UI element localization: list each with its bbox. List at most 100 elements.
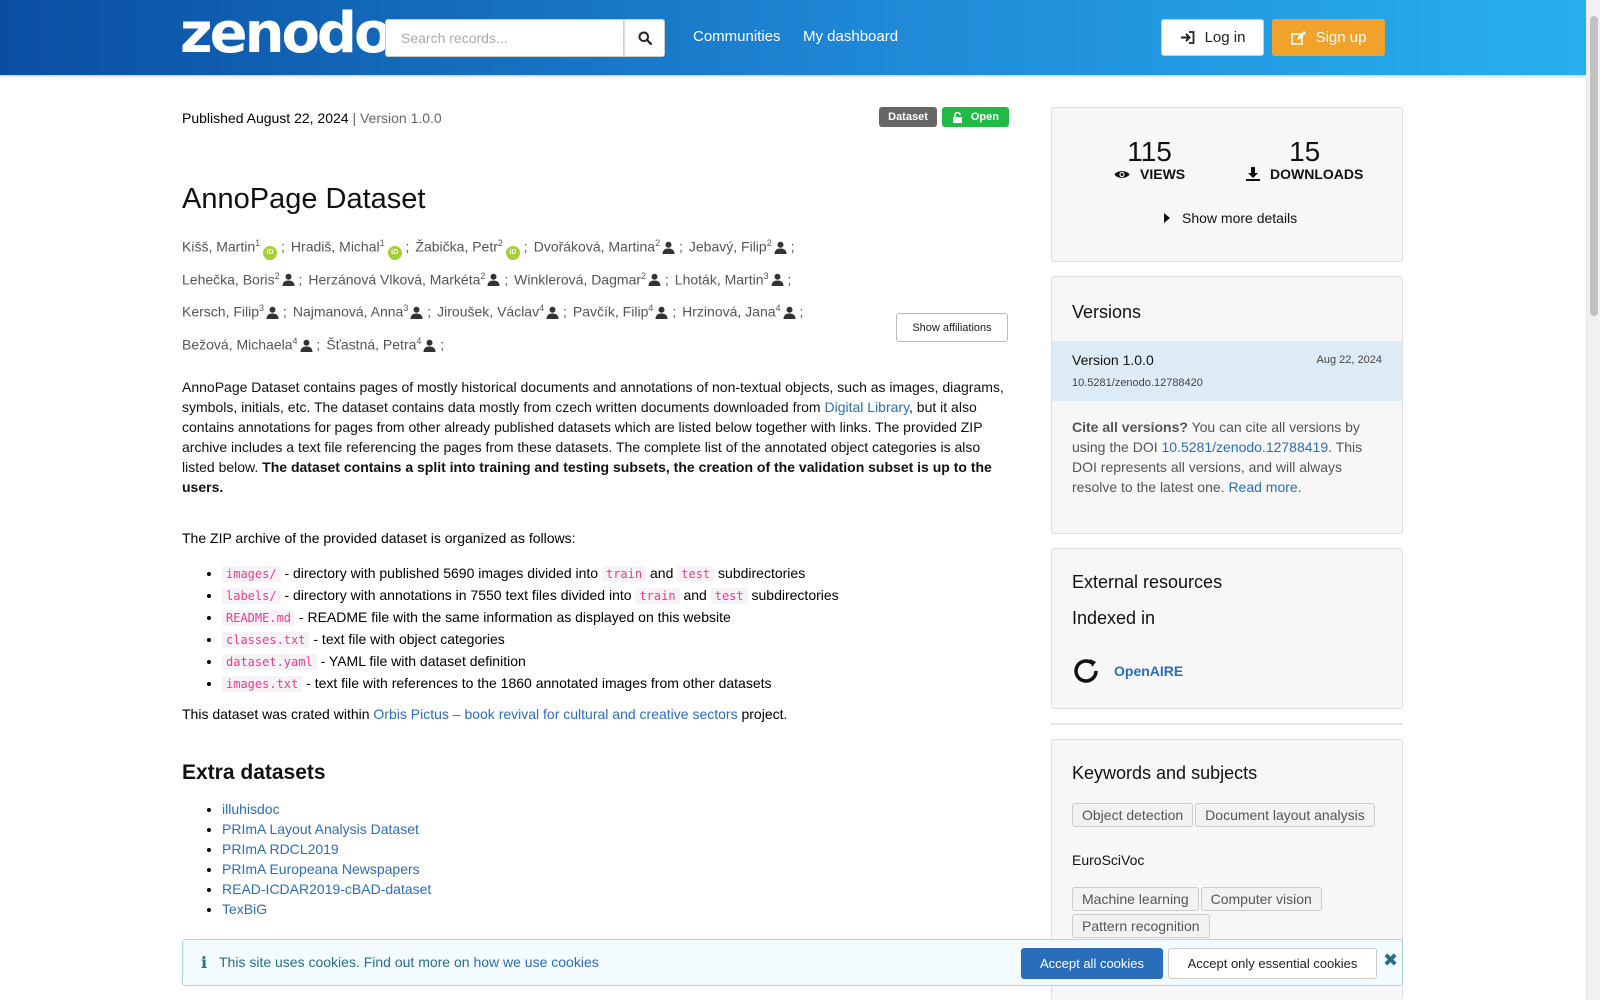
- keyword-chip[interactable]: Object detection: [1072, 803, 1194, 827]
- creator-name[interactable]: Hrzinová, Jana: [682, 304, 775, 320]
- downloads-stat: 15 DOWNLOADS: [1246, 136, 1363, 182]
- scrollbar-thumb[interactable]: [1590, 16, 1598, 316]
- file-description: - directory with published 5690 images d…: [280, 565, 602, 581]
- creator-item[interactable]: Žabička, Petr2iD ;: [415, 230, 528, 261]
- creator-name[interactable]: Winklerová, Dagmar: [514, 271, 641, 287]
- creator-item[interactable]: Kišš, Martin1iD ;: [182, 230, 285, 261]
- creator-name[interactable]: Žabička, Petr: [415, 239, 497, 255]
- extra-dataset-link[interactable]: PRImA Layout Analysis Dataset: [222, 821, 419, 837]
- subdir-name: train: [601, 566, 647, 582]
- creator-item[interactable]: Najmanová, Anna3 ;: [293, 295, 431, 328]
- subject-chip[interactable]: Computer vision: [1200, 887, 1322, 911]
- creator-separator: ;: [668, 303, 677, 320]
- extra-dataset-item: TexBiG: [222, 899, 431, 919]
- version-label: | Version 1.0.0: [352, 110, 442, 126]
- page-scrollbar[interactable]: [1586, 0, 1600, 1000]
- version-doi: 10.5281/zenodo.12788420: [1072, 377, 1203, 389]
- creator-name[interactable]: Hradiš, Michal: [291, 239, 380, 255]
- creator-item[interactable]: Dvořáková, Martina2 ;: [534, 230, 683, 263]
- views-label: VIEWS: [1140, 166, 1186, 182]
- creator-name[interactable]: Kersch, Filip: [182, 304, 259, 320]
- cookie-policy-link[interactable]: how we use cookies: [473, 954, 598, 970]
- indexed-in-heading: Indexed in: [1072, 608, 1156, 628]
- orcid-icon[interactable]: iD: [505, 245, 520, 260]
- show-more-details[interactable]: Show more details: [1164, 210, 1297, 226]
- creator-separator: ;: [294, 271, 303, 288]
- file-description-joiner: and: [679, 587, 711, 603]
- creator-name[interactable]: Kišš, Martin: [182, 239, 255, 255]
- openaire-link[interactable]: OpenAIRE: [1072, 657, 1183, 685]
- creator-item[interactable]: Pavčík, Filip4 ;: [573, 295, 676, 328]
- accept-all-cookies-button[interactable]: Accept all cookies: [1021, 948, 1163, 979]
- creator-name[interactable]: Pavčík, Filip: [573, 304, 648, 320]
- project-line: This dataset was crated within Orbis Pic…: [182, 706, 787, 722]
- digital-library-link[interactable]: Digital Library: [824, 399, 909, 415]
- login-button[interactable]: Log in: [1161, 19, 1264, 56]
- show-more-details-label: Show more details: [1182, 210, 1298, 226]
- search-button[interactable]: [624, 19, 665, 57]
- file-description: - text file with object categories: [309, 631, 505, 647]
- creator-item[interactable]: Bežová, Michaela4 ;: [182, 328, 320, 361]
- creator-name[interactable]: Najmanová, Anna: [293, 304, 404, 320]
- creator-item[interactable]: Šťastná, Petra4 ;: [326, 328, 444, 361]
- orcid-icon[interactable]: iD: [387, 245, 402, 260]
- project-link[interactable]: Orbis Pictus – book revival for cultural…: [373, 706, 737, 722]
- creator-name[interactable]: Jiroušek, Václav: [437, 304, 539, 320]
- version-row[interactable]: Version 1.0.0 Aug 22, 2024 10.5281/zenod…: [1052, 341, 1402, 401]
- zip-contents-list: images/ - directory with published 5690 …: [222, 563, 839, 695]
- zenodo-logo[interactable]: zenodo: [180, 4, 392, 64]
- orcid-icon[interactable]: iD: [263, 245, 278, 260]
- subject-chip[interactable]: Pattern recognition: [1072, 914, 1210, 938]
- read-more-link[interactable]: Read more: [1228, 479, 1297, 495]
- record-badges: Dataset Open: [879, 107, 1009, 127]
- access-badge[interactable]: Open: [941, 107, 1009, 127]
- creator-item[interactable]: Hradiš, Michal1iD ;: [291, 230, 409, 261]
- creator-item[interactable]: Lehečka, Boris2 ;: [182, 263, 302, 296]
- subdir-name: test: [677, 566, 715, 582]
- creator-name[interactable]: Šťastná, Petra: [326, 337, 416, 353]
- accept-essential-cookies-button[interactable]: Accept only essential cookies: [1168, 948, 1377, 979]
- person-icon: [546, 301, 559, 328]
- creator-item[interactable]: Hrzinová, Jana4 ;: [682, 295, 803, 328]
- views-stat: 115 VIEWS: [1114, 136, 1185, 182]
- creator-item[interactable]: Winklerová, Dagmar2 ;: [514, 263, 669, 296]
- creator-item[interactable]: Lhoták, Martin3 ;: [675, 263, 792, 296]
- extra-dataset-link[interactable]: READ-ICDAR2019-cBAD-dataset: [222, 881, 431, 897]
- search-input[interactable]: [385, 19, 625, 57]
- nav-my-dashboard[interactable]: My dashboard: [803, 28, 898, 45]
- keywords-heading: Keywords and subjects: [1072, 763, 1258, 783]
- affiliation-number: 4: [648, 303, 654, 314]
- creator-name[interactable]: Lehečka, Boris: [182, 271, 275, 287]
- extra-datasets-list: illuhisdoc PRImA Layout Analysis Dataset P…: [222, 799, 431, 919]
- creator-item[interactable]: Jiroušek, Václav4 ;: [437, 295, 567, 328]
- creator-item[interactable]: Jebavý, Filip2 ;: [689, 230, 795, 263]
- person-icon: [423, 334, 436, 361]
- extra-dataset-link[interactable]: TexBiG: [222, 901, 267, 917]
- signup-button[interactable]: Sign up: [1272, 19, 1385, 56]
- extra-dataset-link[interactable]: PRImA RDCL2019: [222, 841, 339, 857]
- keyword-chip[interactable]: Document layout analysis: [1195, 803, 1375, 827]
- affiliation-number: 4: [292, 335, 298, 346]
- downloads-label: DOWNLOADS: [1270, 166, 1364, 182]
- extra-dataset-link[interactable]: PRImA Europeana Newspapers: [222, 861, 420, 877]
- nav-communities[interactable]: Communities: [693, 28, 781, 45]
- show-affiliations-button[interactable]: Show affiliations: [896, 313, 1008, 342]
- extra-dataset-item: illuhisdoc: [222, 799, 431, 819]
- subject-chip[interactable]: Machine learning: [1072, 887, 1199, 911]
- zip-content-item: labels/ - directory with annotations in …: [222, 585, 839, 607]
- version-name-link[interactable]: Version 1.0.0: [1072, 352, 1154, 368]
- creator-name[interactable]: Bežová, Michaela: [182, 337, 293, 353]
- creator-name[interactable]: Lhoták, Martin: [675, 271, 764, 287]
- creator-item[interactable]: Herzánová Vlková, Markéta2 ;: [308, 263, 508, 296]
- creator-name[interactable]: Dvořáková, Martina: [534, 239, 655, 255]
- creator-name[interactable]: Jebavý, Filip: [689, 239, 767, 255]
- creator-item[interactable]: Kersch, Filip3 ;: [182, 295, 287, 328]
- creator-name[interactable]: Herzánová Vlková, Markéta: [308, 271, 480, 287]
- version-date: Aug 22, 2024: [1316, 354, 1382, 366]
- extra-dataset-link[interactable]: illuhisdoc: [222, 801, 280, 817]
- creator-separator: ;: [661, 271, 669, 288]
- search-bar: [385, 19, 665, 57]
- affiliation-number: 2: [497, 238, 503, 248]
- close-icon[interactable]: ✖: [1383, 950, 1398, 971]
- concept-doi-link[interactable]: 10.5281/zenodo.12788419: [1162, 439, 1329, 455]
